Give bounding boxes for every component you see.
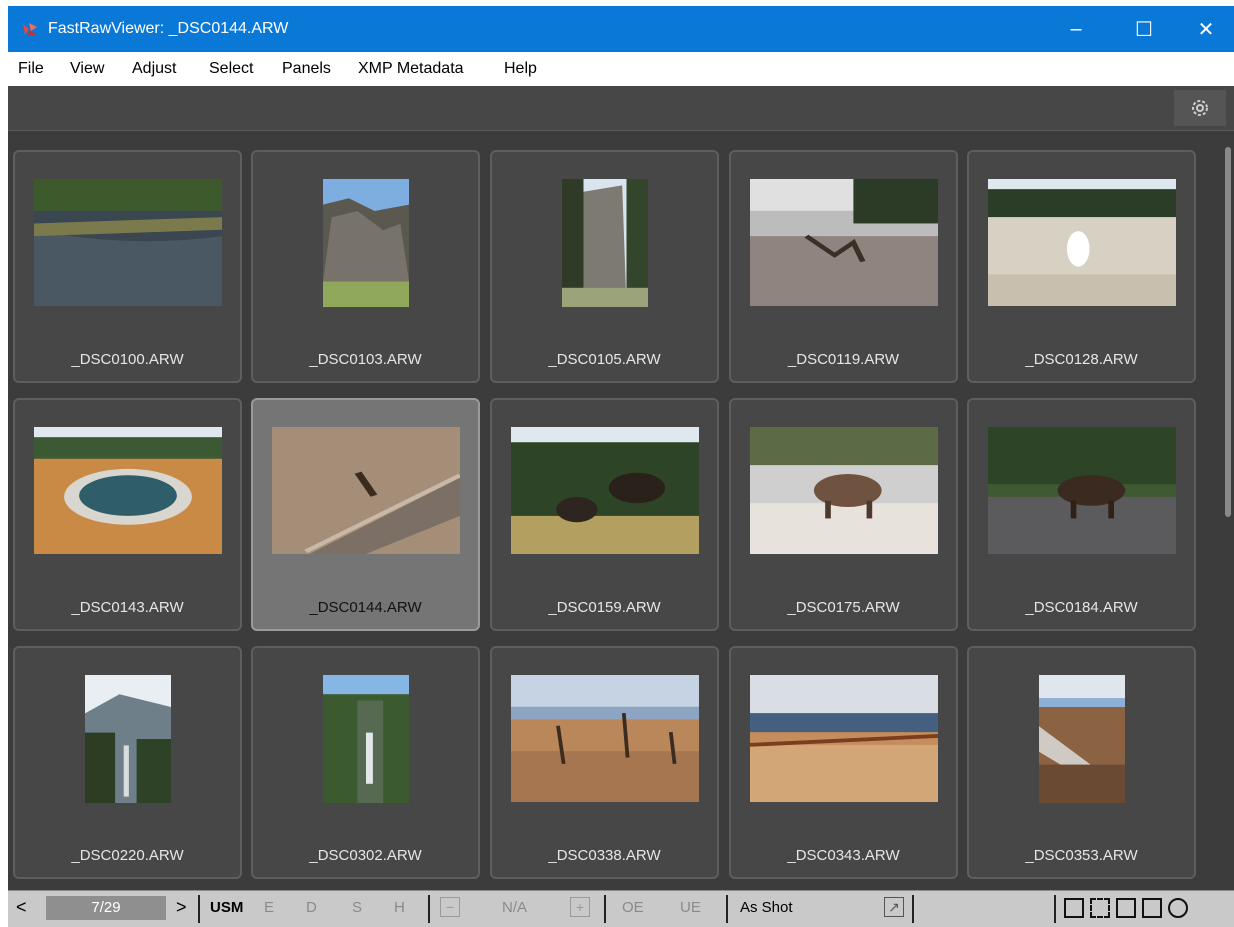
exposure-toggle[interactable]: E — [264, 899, 274, 916]
thumbnail-image — [511, 427, 699, 554]
thumbnail-image — [323, 675, 409, 803]
menu-xmp-metadata[interactable]: XMP Metadata — [358, 60, 464, 78]
thumbnail-tile[interactable]: _DSC0175.ARW — [729, 398, 958, 631]
single-view-icon[interactable] — [1064, 898, 1084, 918]
title-bar: FastRawViewer: _DSC0144.ARW – ☐ ✕ — [8, 6, 1234, 52]
thumbnail-filename: _DSC0103.ARW — [309, 351, 422, 368]
window-title: FastRawViewer: _DSC0144.ARW — [48, 20, 289, 37]
vertical-scrollbar[interactable] — [1222, 141, 1234, 886]
white-balance-edit-icon[interactable]: ↗ — [884, 897, 904, 917]
menu-panels[interactable]: Panels — [282, 60, 331, 78]
thumbnail-filename: _DSC0220.ARW — [71, 847, 184, 864]
menu-select[interactable]: Select — [209, 60, 253, 78]
close-icon: ✕ — [1197, 18, 1215, 41]
underexposure-toggle[interactable]: UE — [680, 899, 701, 916]
separator — [198, 895, 200, 923]
thumbnail-image — [988, 427, 1176, 554]
thumbnail-filename: _DSC0144.ARW — [309, 599, 422, 616]
thumbnail-image — [272, 427, 460, 554]
thumbnail-image — [323, 179, 409, 307]
maximize-button[interactable]: ☐ — [1116, 6, 1172, 52]
thumbnail-image — [511, 675, 699, 802]
image-counter: 7/29 — [46, 896, 166, 920]
thumbnail-image — [750, 675, 938, 802]
thumbnail-image — [34, 179, 222, 306]
white-balance-value[interactable]: As Shot — [740, 899, 793, 916]
thumbnail-filename: _DSC0119.ARW — [787, 351, 900, 368]
audio-icon[interactable] — [1168, 898, 1188, 918]
thumbnail-tile[interactable]: _DSC0105.ARW — [490, 150, 719, 383]
thumbnail-tile[interactable]: _DSC0144.ARW — [251, 398, 480, 631]
prev-image-button[interactable]: < — [16, 897, 27, 918]
thumbnail-tile[interactable]: _DSC0119.ARW — [729, 150, 958, 383]
thumbnail-tile[interactable]: _DSC0220.ARW — [13, 646, 242, 879]
menu-file[interactable]: File — [18, 60, 44, 78]
thumbnail-tile[interactable]: _DSC0128.ARW — [967, 150, 1196, 383]
app-logo-icon — [23, 23, 37, 35]
thumbnail-filename: _DSC0343.ARW — [787, 847, 900, 864]
thumbnail-filename: _DSC0302.ARW — [309, 847, 422, 864]
thumbnail-tile[interactable]: _DSC0302.ARW — [251, 646, 480, 879]
scrollbar-thumb[interactable] — [1225, 147, 1231, 517]
thumbnail-filename: _DSC0159.ARW — [548, 599, 661, 616]
export-icon[interactable] — [1116, 898, 1136, 918]
settings-button[interactable] — [1174, 90, 1226, 126]
thumbnail-filename: _DSC0128.ARW — [1025, 351, 1138, 368]
thumbnail-image — [1039, 675, 1125, 803]
separator — [726, 895, 728, 923]
thumbnail-tile[interactable]: _DSC0159.ARW — [490, 398, 719, 631]
thumbnail-tile[interactable]: _DSC0184.ARW — [967, 398, 1196, 631]
d-toggle[interactable]: D — [306, 899, 317, 916]
thumbnail-filename: _DSC0100.ARW — [71, 351, 184, 368]
thumbnail-filename: _DSC0175.ARW — [787, 599, 900, 616]
zoom-value: N/A — [502, 899, 528, 916]
gear-icon — [1192, 100, 1208, 116]
zoom-in-button[interactable]: + — [570, 897, 590, 917]
thumbnail-filename: _DSC0143.ARW — [71, 599, 184, 616]
s-toggle[interactable]: S — [352, 899, 362, 916]
minimize-button[interactable]: – — [1048, 6, 1104, 52]
maximize-icon: ☐ — [1135, 18, 1153, 41]
thumbnail-tile[interactable]: _DSC0103.ARW — [251, 150, 480, 383]
separator — [912, 895, 914, 923]
thumbnail-filename: _DSC0184.ARW — [1025, 599, 1138, 616]
thumbnail-filename: _DSC0338.ARW — [548, 847, 661, 864]
menu-view[interactable]: View — [70, 60, 104, 78]
thumbnail-filename: _DSC0353.ARW — [1025, 847, 1138, 864]
menu-bar: File View Adjust Select Panels XMP Metad… — [8, 52, 1234, 87]
overexposure-toggle[interactable]: OE — [622, 899, 644, 916]
thumbnail-image — [750, 179, 938, 306]
menu-adjust[interactable]: Adjust — [132, 60, 176, 78]
thumbnail-tile[interactable]: _DSC0338.ARW — [490, 646, 719, 879]
thumbnail-image — [34, 427, 222, 554]
thumbnail-tile[interactable]: _DSC0143.ARW — [13, 398, 242, 631]
thumbnail-tile[interactable]: _DSC0343.ARW — [729, 646, 958, 879]
thumbnail-tile[interactable]: _DSC0353.ARW — [967, 646, 1196, 879]
menu-help[interactable]: Help — [504, 60, 537, 78]
thumbnail-filename: _DSC0105.ARW — [548, 351, 661, 368]
toolbar — [8, 86, 1234, 131]
thumbnail-image — [85, 675, 171, 803]
separator — [428, 895, 430, 923]
thumbnail-grid: _DSC0100.ARW _DSC0103.ARW _DSC0105.ARW _DSC… — [8, 131, 1234, 890]
status-bar: < 7/29 > USM E D S H − N/A + OE UE As Sh… — [8, 890, 1234, 927]
next-image-button[interactable]: > — [176, 897, 187, 918]
thumbnail-tile[interactable]: _DSC0100.ARW — [13, 150, 242, 383]
fullscreen-icon[interactable] — [1090, 898, 1110, 918]
thumbnail-image — [562, 179, 648, 307]
thumbnail-image — [988, 179, 1176, 306]
app-window: FastRawViewer: _DSC0144.ARW – ☐ ✕ File V… — [0, 0, 1234, 927]
minimize-icon: – — [1070, 17, 1082, 40]
separator — [604, 895, 606, 923]
zoom-out-button[interactable]: − — [440, 897, 460, 917]
panels-icon[interactable] — [1142, 898, 1162, 918]
usm-toggle[interactable]: USM — [210, 899, 243, 916]
h-toggle[interactable]: H — [394, 899, 405, 916]
thumbnail-image — [750, 427, 938, 554]
separator — [1054, 895, 1056, 923]
close-button[interactable]: ✕ — [1178, 6, 1234, 52]
